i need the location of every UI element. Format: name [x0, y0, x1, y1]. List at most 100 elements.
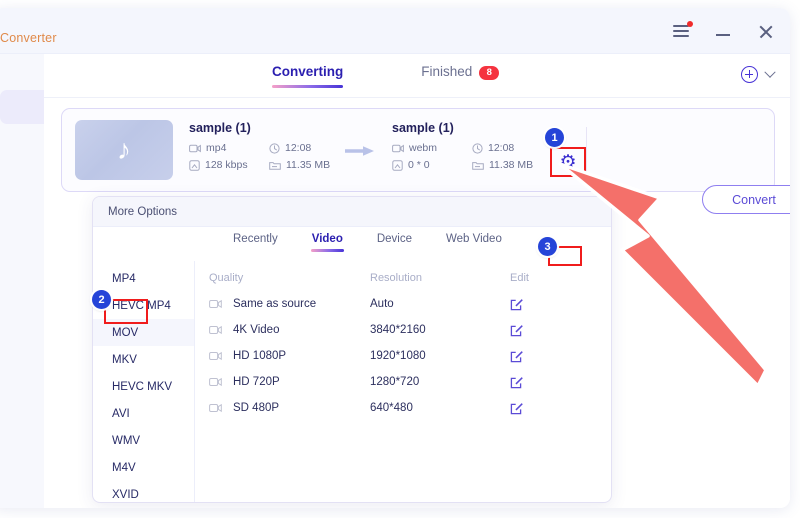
video-camera-icon — [209, 351, 222, 361]
clock-icon — [269, 143, 280, 154]
crop-icon — [189, 160, 200, 171]
format-item-mov[interactable]: MOV — [93, 319, 194, 346]
quality-cell: HD 720P — [195, 376, 370, 388]
edit-cell[interactable] — [510, 298, 580, 311]
card-divider — [586, 127, 587, 175]
file-thumbnail: ♪ — [75, 120, 173, 180]
table-row[interactable]: Same as source Auto — [195, 291, 611, 317]
format-item-xvid[interactable]: XVID — [93, 481, 194, 503]
file-card: ♪ sample (1) mp4 12:08 — [61, 108, 775, 192]
app-title: Converter — [0, 31, 57, 45]
format-item-mkv[interactable]: MKV — [93, 346, 194, 373]
video-camera-icon — [209, 403, 222, 413]
panel-tab-video[interactable]: Video — [312, 233, 343, 252]
edit-square-icon[interactable] — [510, 402, 523, 415]
plus-circle-icon[interactable] — [741, 66, 758, 83]
panel-tab-recently[interactable]: Recently — [233, 233, 278, 252]
table-row[interactable]: HD 1080P 1920*1080 — [195, 343, 611, 369]
quality-label: SD 480P — [233, 402, 279, 414]
format-item-wmv[interactable]: WMV — [93, 427, 194, 454]
table-row[interactable]: 4K Video 3840*2160 — [195, 317, 611, 343]
source-duration-value: 12:08 — [285, 142, 311, 154]
panel-tab-bar: Recently Video Device Web Video — [93, 227, 611, 261]
source-format: mp4 — [189, 142, 269, 154]
quality-label: Same as source — [233, 298, 316, 310]
panel-tab-device[interactable]: Device — [377, 233, 412, 252]
edit-cell[interactable] — [510, 350, 580, 363]
quality-cell: SD 480P — [195, 402, 370, 414]
video-camera-icon — [209, 299, 222, 309]
edit-square-icon[interactable] — [510, 350, 523, 363]
main-tab-bar: Converting Finished 8 — [44, 54, 790, 98]
quality-table-header: Quality Resolution Edit — [195, 265, 611, 291]
source-file-info: sample (1) mp4 12:08 — [189, 121, 330, 176]
arrow-right-icon — [345, 145, 375, 157]
resolution-cell: 1920*1080 — [370, 350, 510, 362]
edit-square-icon[interactable] — [510, 376, 523, 389]
resolution-cell: Auto — [370, 298, 510, 310]
format-item-m4v[interactable]: M4V — [93, 454, 194, 481]
minimize-button[interactable] — [712, 20, 734, 42]
main-tabs: Converting Finished 8 — [272, 64, 499, 89]
gear-icon: ⚙ — [559, 153, 576, 172]
target-size-value: 11.38 MB — [489, 159, 533, 171]
edit-square-icon[interactable] — [510, 298, 523, 311]
folder-icon — [269, 160, 281, 170]
application-window: Converter — [0, 8, 790, 508]
clock-icon — [472, 143, 483, 154]
target-duration: 12:08 — [472, 142, 514, 154]
convert-button[interactable]: Convert — [702, 185, 790, 214]
tab-finished-label: Finished — [421, 64, 472, 79]
tab-finished[interactable]: Finished 8 — [421, 64, 499, 89]
target-format-value: webm — [409, 142, 437, 154]
source-size-value: 11.35 MB — [286, 159, 330, 171]
column-header-quality: Quality — [195, 272, 370, 284]
panel-body: MP4 HEVC MP4 MOV MKV HEVC MKV AVI WMV M4… — [93, 261, 611, 502]
resolution-cell: 3840*2160 — [370, 324, 510, 336]
format-item-mp4[interactable]: MP4 — [93, 265, 194, 292]
step-badge-3: 3 — [538, 237, 557, 256]
panel-header: More Options — [93, 197, 611, 227]
edit-cell[interactable] — [510, 324, 580, 337]
settings-gear-button[interactable]: ⚙ — [550, 147, 586, 177]
format-item-avi[interactable]: AVI — [93, 400, 194, 427]
table-row[interactable]: SD 480P 640*480 — [195, 395, 611, 421]
close-button[interactable] — [754, 20, 776, 42]
quality-label: 4K Video — [233, 324, 279, 336]
edit-cell[interactable] — [510, 376, 580, 389]
step-badge-2: 2 — [92, 290, 111, 309]
edit-cell[interactable] — [510, 402, 580, 415]
crop-icon — [392, 160, 403, 171]
finished-count-badge: 8 — [479, 66, 499, 80]
target-size: 11.38 MB — [472, 159, 533, 171]
source-file-name: sample (1) — [189, 121, 330, 135]
source-format-value: mp4 — [206, 142, 226, 154]
hamburger-menu-button[interactable] — [670, 20, 692, 42]
source-size: 11.35 MB — [269, 159, 330, 171]
video-camera-icon — [189, 144, 201, 153]
left-rail — [0, 54, 44, 508]
tab-converting[interactable]: Converting — [272, 64, 343, 88]
quality-cell: Same as source — [195, 298, 370, 310]
target-duration-value: 12:08 — [488, 142, 514, 154]
source-duration: 12:08 — [269, 142, 311, 154]
title-bar: Converter — [0, 8, 790, 54]
table-row[interactable]: HD 720P 1280*720 — [195, 369, 611, 395]
target-file-info: sample (1) webm 12:08 — [392, 121, 533, 176]
window-controls — [670, 20, 776, 42]
video-camera-icon — [209, 377, 222, 387]
edit-square-icon[interactable] — [510, 324, 523, 337]
source-bitrate: 128 kbps — [189, 159, 269, 171]
chevron-down-icon[interactable] — [764, 66, 775, 77]
quality-label: HD 1080P — [233, 350, 286, 362]
target-resolution: 0 * 0 — [392, 159, 472, 171]
format-item-hevc-mkv[interactable]: HEVC MKV — [93, 373, 194, 400]
folder-icon — [472, 160, 484, 170]
close-icon — [758, 24, 773, 39]
quality-cell: 4K Video — [195, 324, 370, 336]
source-bitrate-value: 128 kbps — [205, 159, 248, 171]
tab-converting-label: Converting — [272, 64, 343, 79]
format-options-panel: More Options Recently Video Device Web V… — [92, 196, 612, 503]
panel-tab-web-video[interactable]: Web Video — [446, 233, 502, 252]
step-badge-1: 1 — [545, 128, 564, 147]
